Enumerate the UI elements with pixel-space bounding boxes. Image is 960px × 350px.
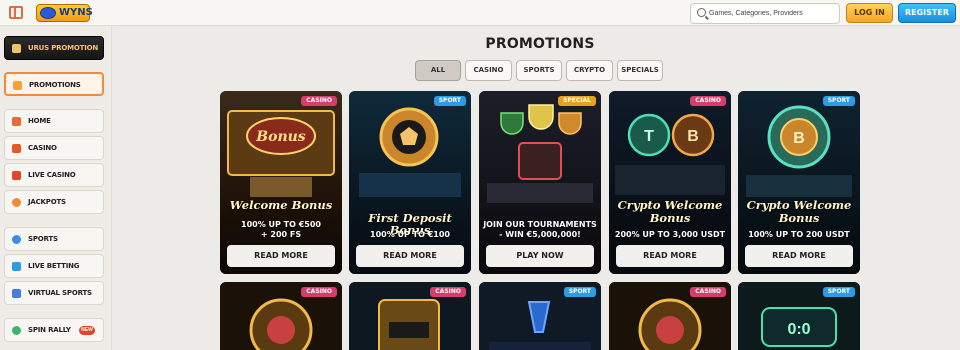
sidebar-item-home[interactable]: HOME	[4, 109, 104, 133]
home-icon	[12, 117, 21, 126]
logo-text: WYNS	[59, 7, 93, 18]
tab-casino[interactable]: CASINO	[465, 60, 512, 81]
sidebar-item-label: LIVE BETTING	[28, 262, 80, 270]
tab-sports[interactable]: SPORTS	[516, 60, 562, 81]
top-bar: WYNS LOG IN REGISTER	[0, 0, 960, 26]
card-tag: CASINO	[430, 287, 466, 297]
card-tag: CASINO	[690, 287, 726, 297]
card-tag: CASINO	[301, 96, 337, 106]
search-input[interactable]	[709, 5, 834, 22]
read-more-button[interactable]: READ MORE	[227, 245, 335, 267]
promo-card-welcome-bonus[interactable]: Bonus CASINO Welcome Bonus 100% UP TO €5…	[220, 91, 342, 274]
site-logo[interactable]: WYNS	[36, 4, 93, 22]
card-tag: CASINO	[690, 96, 726, 106]
svg-text:T: T	[644, 128, 654, 145]
tab-crypto[interactable]: CRYPTO	[566, 60, 613, 81]
gift-icon	[13, 81, 22, 90]
card-subtitle: JOIN OUR TOURNAMENTS	[483, 220, 597, 229]
new-badge: NEW	[79, 326, 95, 335]
sidebar-item-label: HOME	[28, 117, 51, 125]
card-title: Crypto Welcome	[617, 198, 723, 212]
svg-text:B: B	[687, 128, 699, 145]
casino-icon	[12, 144, 21, 153]
sidebar-item-label: CASINO	[28, 144, 57, 152]
menu-toggle-icon[interactable]	[9, 6, 23, 19]
promo-card[interactable]: SPORT	[479, 282, 601, 350]
promo-card[interactable]: CASINO	[609, 282, 731, 350]
logo-mark-icon	[40, 7, 56, 19]
tab-specials[interactable]: SPECIALS	[617, 60, 663, 81]
spin-rally-icon	[12, 326, 21, 335]
main-content: PROMOTIONS ALL CASINO SPORTS CRYPTO SPEC…	[113, 27, 960, 350]
sidebar-item-label: SPIN RALLY	[28, 326, 71, 334]
search-box[interactable]	[690, 3, 840, 24]
card-tag: CASINO	[301, 287, 337, 297]
sidebar-item-label: SPORTS	[28, 235, 58, 243]
promo-card-first-deposit-bonus[interactable]: SPORT First Deposit Bonus 100% UP TO €10…	[349, 91, 471, 274]
sidebar-item-sports[interactable]: SPORTS	[4, 227, 104, 251]
svg-text:B: B	[793, 130, 805, 147]
live-betting-icon	[12, 262, 21, 271]
sidebar-promo-label: URUS PROMOTION	[28, 44, 99, 52]
read-more-button[interactable]: READ MORE	[616, 245, 724, 267]
sidebar-item-label: LIVE CASINO	[28, 171, 76, 179]
svg-text:0:0: 0:0	[787, 321, 810, 338]
card-tag: SPECIAL	[558, 96, 596, 106]
sidebar-item-label: PROMOTIONS	[29, 81, 81, 89]
card-tag: SPORT	[822, 287, 855, 297]
card-title-line2: Bonus	[649, 211, 691, 225]
search-icon	[697, 8, 706, 17]
sidebar-item-jackpots[interactable]: JACKPOTS	[4, 190, 104, 214]
promo-card-crypto-welcome-casino[interactable]: T B CASINO Crypto Welcome Bonus 200% UP …	[609, 91, 731, 274]
sidebar-promo-banner[interactable]: URUS PROMOTION	[4, 36, 104, 60]
promo-card[interactable]: CASINO	[220, 282, 342, 350]
card-title: Crypto Welcome	[746, 198, 852, 212]
sidebar-item-virtual-sports[interactable]: VIRTUAL SPORTS	[4, 281, 104, 305]
promo-card[interactable]: 0:0 SPORT	[738, 282, 860, 350]
read-more-button[interactable]: READ MORE	[356, 245, 464, 267]
page-title: PROMOTIONS	[485, 36, 595, 52]
sidebar-item-label: JACKPOTS	[28, 198, 66, 206]
card-tag: SPORT	[563, 287, 596, 297]
sidebar-item-live-betting[interactable]: LIVE BETTING	[4, 254, 104, 278]
virtual-sports-icon	[12, 289, 21, 298]
tab-all[interactable]: ALL	[415, 60, 461, 81]
svg-text:Bonus: Bonus	[255, 129, 306, 145]
card-tag: SPORT	[433, 96, 466, 106]
card-subtitle-line2: + 200 FS	[260, 230, 302, 239]
card-subtitle-line2: - WIN €5,000,000!	[499, 230, 581, 239]
sidebar: URUS PROMOTION PROMOTIONS HOME CASINO LI…	[0, 27, 112, 350]
promo-card[interactable]: CASINO	[349, 282, 471, 350]
register-button[interactable]: REGISTER	[898, 3, 956, 23]
play-now-button[interactable]: PLAY NOW	[486, 245, 594, 267]
card-subtitle: 100% UP TO €100	[370, 230, 450, 239]
live-casino-icon	[12, 171, 21, 180]
sidebar-item-label: VIRTUAL SPORTS	[28, 289, 92, 297]
card-subtitle: 200% UP TO 3,000 USDT	[614, 230, 726, 239]
sidebar-item-casino[interactable]: CASINO	[4, 136, 104, 160]
login-button[interactable]: LOG IN	[846, 3, 893, 23]
jackpot-icon	[12, 198, 21, 207]
sidebar-item-live-casino[interactable]: LIVE CASINO	[4, 163, 104, 187]
promo-card-crypto-welcome-sport[interactable]: B SPORT Crypto Welcome Bonus 100% UP TO …	[738, 91, 860, 274]
card-tag: SPORT	[822, 96, 855, 106]
card-subtitle: 100% UP TO €500	[241, 220, 321, 229]
card-title-line2: Bonus	[778, 211, 820, 225]
promo-crown-icon	[12, 44, 21, 53]
promo-card-tournaments[interactable]: SPECIAL JOIN OUR TOURNAMENTS - WIN €5,00…	[479, 91, 601, 274]
card-title: Welcome Bonus	[229, 198, 333, 212]
sports-icon	[12, 235, 21, 244]
read-more-button[interactable]: READ MORE	[745, 245, 853, 267]
card-subtitle: 100% UP TO 200 USDT	[748, 230, 850, 239]
sidebar-item-spin-rally[interactable]: SPIN RALLY NEW	[4, 318, 104, 342]
sidebar-item-promotions[interactable]: PROMOTIONS	[4, 72, 104, 96]
